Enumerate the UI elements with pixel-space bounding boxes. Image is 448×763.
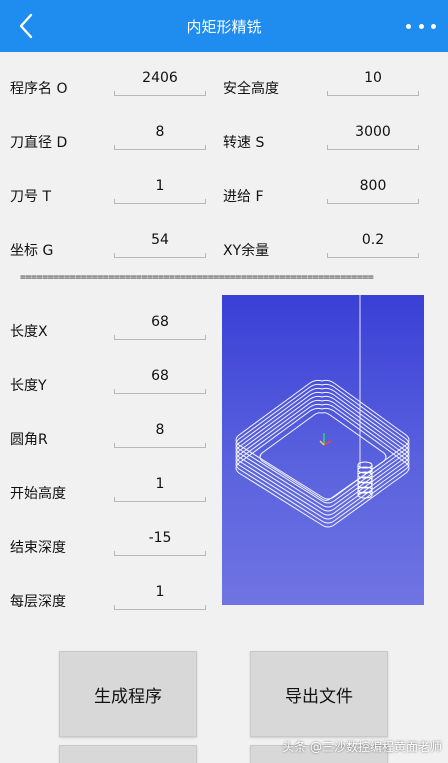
layer-depth-input[interactable]: 1 xyxy=(114,584,206,610)
more-dots-icon xyxy=(406,23,411,29)
end-depth-label: 结束深度 xyxy=(10,540,66,556)
safe-height-label: 安全高度 xyxy=(223,81,279,97)
tool-diameter-input[interactable]: 8 xyxy=(114,124,206,150)
tool-number-input[interactable]: 1 xyxy=(114,178,206,204)
tool-diameter-label: 刀直径 D xyxy=(10,135,68,151)
export-file-button[interactable]: 导出文件 xyxy=(250,651,388,737)
coordinate-input[interactable]: 54 xyxy=(114,232,206,258)
end-depth-input[interactable]: -15 xyxy=(114,530,206,556)
start-height-input[interactable]: 1 xyxy=(114,476,206,502)
watermark: 头条 @三沙数控编程黄面老师 xyxy=(282,740,442,754)
xy-allowance-label: XY余量 xyxy=(223,243,270,259)
feed-rate-label: 进给 F xyxy=(223,189,264,205)
corner-radius-label: 圆角R xyxy=(10,432,48,448)
spindle-speed-input[interactable]: 3000 xyxy=(327,124,419,150)
feed-rate-input[interactable]: 800 xyxy=(327,178,419,204)
bottom-left-button[interactable] xyxy=(59,745,197,763)
xy-allowance-input[interactable]: 0.2 xyxy=(327,232,419,258)
coordinate-label: 坐标 G xyxy=(10,243,54,259)
origin-axes-icon xyxy=(319,433,332,446)
program-name-input[interactable]: 2406 xyxy=(114,70,206,96)
start-height-label: 开始高度 xyxy=(10,486,66,502)
layer-depth-label: 每层深度 xyxy=(10,594,66,610)
corner-radius-input[interactable]: 8 xyxy=(114,422,206,448)
more-options-button[interactable] xyxy=(406,14,436,38)
length-x-input[interactable]: 68 xyxy=(114,314,206,340)
app-bar: 内矩形精铣 xyxy=(0,0,448,52)
length-y-input[interactable]: 68 xyxy=(114,368,206,394)
scrollbar[interactable] xyxy=(440,52,444,652)
toolpath-preview[interactable] xyxy=(222,295,424,605)
safe-height-input[interactable]: 10 xyxy=(327,70,419,96)
toolpath-preview-graphic xyxy=(235,295,410,528)
program-name-label: 程序名 O xyxy=(10,81,68,97)
spindle-speed-label: 转速 S xyxy=(223,135,265,151)
length-y-label: 长度Y xyxy=(10,378,47,394)
separator-line: ========================================… xyxy=(20,272,374,283)
length-x-label: 长度X xyxy=(10,324,48,340)
page-title: 内矩形精铣 xyxy=(186,17,262,36)
generate-program-button[interactable]: 生成程序 xyxy=(59,651,197,737)
tool-number-label: 刀号 T xyxy=(10,189,52,205)
